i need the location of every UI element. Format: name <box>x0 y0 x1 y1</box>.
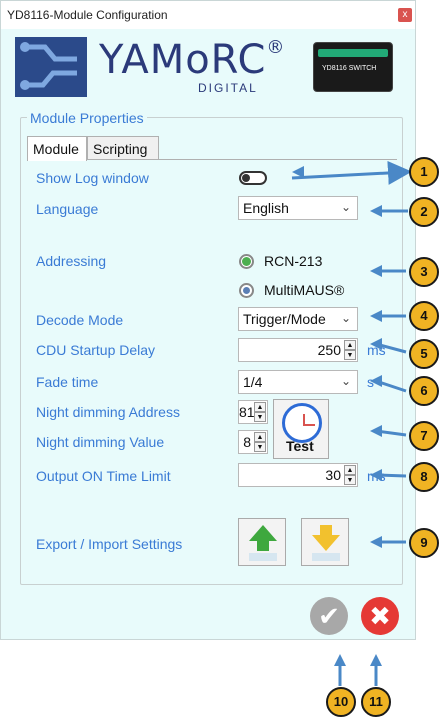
test-label: Test <box>286 438 314 454</box>
chevron-down-icon: ⌄ <box>340 200 351 214</box>
output-on-label: Output ON Time Limit <box>36 468 171 484</box>
spin-up-icon[interactable]: ▲ <box>344 340 356 350</box>
decode-mode-select[interactable]: Trigger/Mode ⌄ <box>238 307 358 331</box>
device-label: YD8116 SWITCH <box>322 65 377 72</box>
clock-icon <box>282 403 322 443</box>
callout-badge: 6 <box>409 376 439 406</box>
cdu-unit: ms <box>367 342 386 358</box>
fade-time-value: 1/4 <box>243 374 263 390</box>
cancel-button[interactable]: ✖ <box>361 597 399 635</box>
callout-badge: 11 <box>361 687 391 717</box>
close-circle-icon: ✖ <box>369 601 391 631</box>
output-on-value: 30 <box>325 467 341 483</box>
output-on-unit: ms <box>367 468 386 484</box>
night-dim-address-label: Night dimming Address <box>36 404 180 420</box>
close-icon[interactable]: x <box>398 8 412 22</box>
callout-badge: 8 <box>409 462 439 492</box>
language-label: Language <box>36 201 99 217</box>
output-on-spinbox[interactable]: 30 ▲ ▼ <box>238 463 358 487</box>
spin-down-icon[interactable]: ▼ <box>344 475 356 485</box>
arrow-down-icon <box>312 525 340 561</box>
cdu-value: 250 <box>317 342 341 358</box>
radio-multimaus[interactable] <box>239 283 254 298</box>
callout-badge: 7 <box>409 421 439 451</box>
cdu-label: CDU Startup Delay <box>36 342 156 358</box>
test-button[interactable]: Test <box>273 399 329 459</box>
group-title: Module Properties <box>27 110 147 126</box>
night-dim-value-spinbox[interactable]: 8 ▲ ▼ <box>238 430 268 454</box>
decode-mode-value: Trigger/Mode <box>243 311 326 327</box>
spin-down-icon[interactable]: ▼ <box>254 412 266 422</box>
check-icon: ✔ <box>318 601 340 631</box>
night-dim-address-spinbox[interactable]: 816 ▲ ▼ <box>238 400 268 424</box>
callout-badge: 2 <box>409 197 439 227</box>
ok-button[interactable]: ✔ <box>310 597 348 635</box>
export-import-label: Export / Import Settings <box>36 536 183 552</box>
night-dim-value-value: 8 <box>243 434 251 450</box>
spin-up-icon[interactable]: ▲ <box>254 402 266 412</box>
registered-mark: ® <box>266 37 286 58</box>
show-log-label: Show Log window <box>36 170 149 186</box>
cdu-spinbox[interactable]: 250 ▲ ▼ <box>238 338 358 362</box>
decode-mode-label: Decode Mode <box>36 312 124 328</box>
chevron-down-icon: ⌄ <box>340 311 351 325</box>
device-image: YD8116 SWITCH <box>313 42 393 92</box>
radio-rcn213[interactable] <box>239 254 254 269</box>
night-dim-value-label: Night dimming Value <box>36 434 165 450</box>
multimaus-label: MultiMAUS® <box>264 282 345 298</box>
brand-logo: YAMoRC® <box>99 37 285 83</box>
brand-name: YAMoRC <box>99 37 267 83</box>
callout-badge: 1 <box>409 157 439 187</box>
callout-badge: 4 <box>409 301 439 331</box>
import-button[interactable] <box>301 518 349 566</box>
fade-time-unit: s <box>367 374 374 390</box>
rcn213-label: RCN-213 <box>264 253 323 269</box>
fade-time-select[interactable]: 1/4 ⌄ <box>238 370 358 394</box>
export-button[interactable] <box>238 518 286 566</box>
title-bar: YD8116-Module Configuration x <box>1 1 415 29</box>
callout-badge: 9 <box>409 528 439 558</box>
callout-badge: 10 <box>326 687 356 717</box>
circuit-logo-icon <box>15 37 87 97</box>
brand-subtitle: DIGITAL <box>198 81 258 95</box>
config-window: YD8116-Module Configuration x YAMoRC® DI… <box>0 0 416 640</box>
callout-badge: 3 <box>409 257 439 287</box>
language-value: English <box>243 200 289 216</box>
spin-down-icon[interactable]: ▼ <box>344 350 356 360</box>
window-title: YD8116-Module Configuration <box>7 8 168 22</box>
tab-scripting[interactable]: Scripting <box>87 136 159 160</box>
show-log-toggle[interactable] <box>239 171 267 185</box>
fade-time-label: Fade time <box>36 374 99 390</box>
chevron-down-icon: ⌄ <box>340 374 351 388</box>
language-select[interactable]: English ⌄ <box>238 196 358 220</box>
tab-module[interactable]: Module <box>27 136 87 161</box>
addressing-label: Addressing <box>36 253 107 269</box>
yamorc-banner: YAMoRC® DIGITAL YD8116 SWITCH <box>13 35 408 99</box>
arrow-up-icon <box>249 525 277 561</box>
spin-up-icon[interactable]: ▲ <box>344 465 356 475</box>
callout-badge: 5 <box>409 339 439 369</box>
spin-up-icon[interactable]: ▲ <box>254 432 266 442</box>
spin-down-icon[interactable]: ▼ <box>254 442 266 452</box>
